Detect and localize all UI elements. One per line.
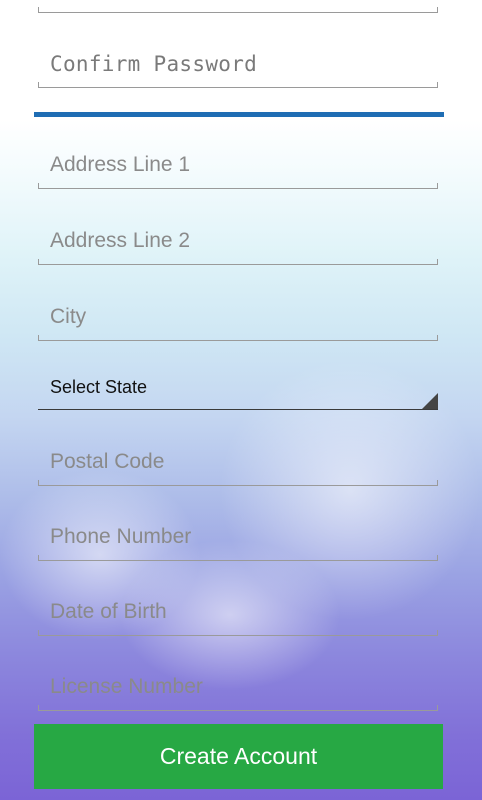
state-select[interactable]: Select State (38, 375, 438, 410)
phone-number-field[interactable] (38, 520, 438, 561)
field-underline (38, 704, 438, 711)
confirm-password-field[interactable] (38, 47, 438, 88)
address-line-1-input[interactable] (38, 148, 438, 182)
postal-code-field[interactable] (38, 445, 438, 486)
field-underline (38, 81, 438, 88)
address-line-2-field[interactable] (38, 224, 438, 265)
date-of-birth-input[interactable] (38, 595, 438, 629)
field-underline (38, 334, 438, 341)
registration-form[interactable]: Select State Create Account (0, 0, 482, 800)
postal-code-input[interactable] (38, 445, 438, 479)
field-underline (38, 258, 438, 265)
password-field-partial[interactable] (38, 0, 438, 13)
field-underline (38, 479, 438, 486)
field-underline (38, 6, 438, 13)
date-of-birth-field[interactable] (38, 595, 438, 636)
address-line-2-input[interactable] (38, 224, 438, 258)
field-underline (38, 182, 438, 189)
section-divider (34, 112, 444, 117)
license-number-field[interactable] (38, 670, 438, 711)
phone-number-input[interactable] (38, 520, 438, 554)
dropdown-caret-icon (422, 393, 438, 409)
create-account-button[interactable]: Create Account (34, 724, 443, 789)
field-underline (38, 554, 438, 561)
city-field[interactable] (38, 300, 438, 341)
state-select-value: Select State (50, 377, 148, 397)
field-underline (38, 629, 438, 636)
city-input[interactable] (38, 300, 438, 334)
address-line-1-field[interactable] (38, 148, 438, 189)
confirm-password-input[interactable] (38, 47, 438, 81)
license-number-input[interactable] (38, 670, 438, 704)
